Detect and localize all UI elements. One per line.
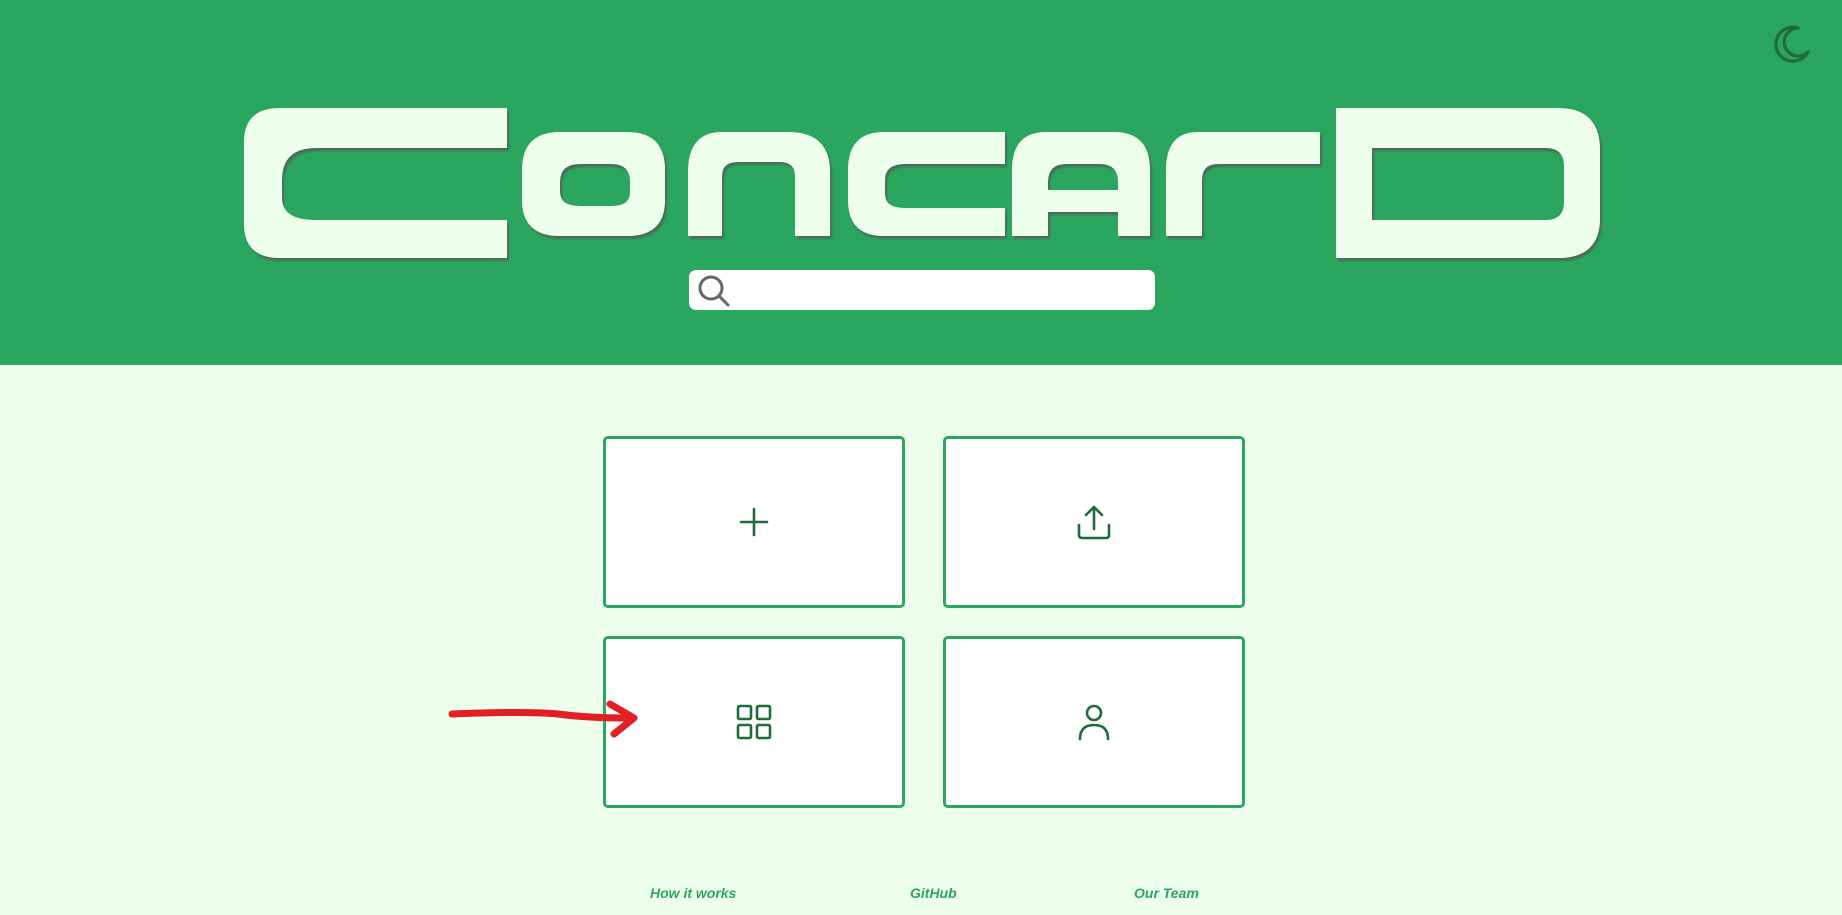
- grid-icon: [736, 704, 772, 740]
- header: [0, 0, 1842, 365]
- footer-link-our-team[interactable]: Our Team: [1134, 885, 1199, 901]
- moon-icon: [1774, 25, 1810, 63]
- upload-icon: [1077, 505, 1111, 540]
- search-bar[interactable]: [689, 270, 1155, 310]
- logo: [0, 100, 1842, 270]
- plus-icon: [739, 507, 769, 537]
- logo-wordmark: [244, 108, 1600, 258]
- user-icon: [1078, 704, 1110, 741]
- profile-card-button[interactable]: [943, 636, 1245, 808]
- search-input[interactable]: [735, 274, 1149, 308]
- footer-link-how-it-works[interactable]: How it works: [650, 885, 736, 901]
- footer-link-github[interactable]: GitHub: [910, 885, 957, 901]
- search-icon: [698, 275, 730, 307]
- gallery-card-button[interactable]: [603, 636, 905, 808]
- upload-card-button[interactable]: [943, 436, 1245, 608]
- red-arrow-icon: [448, 700, 638, 738]
- create-card-button[interactable]: [603, 436, 905, 608]
- theme-toggle-button[interactable]: [1770, 22, 1814, 66]
